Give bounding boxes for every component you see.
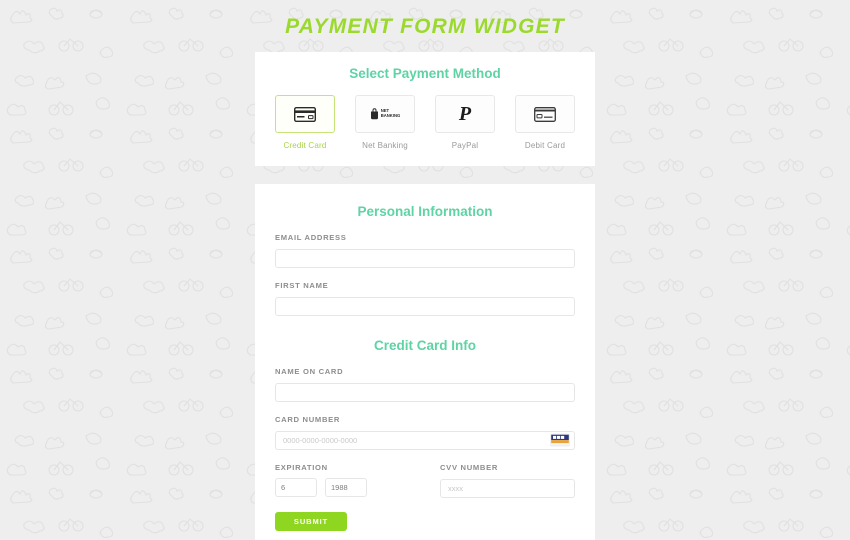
- name-on-card-input[interactable]: [275, 383, 575, 402]
- debit-card-icon: [534, 106, 556, 122]
- credit-card-icon: [294, 106, 316, 122]
- first-name-label: FIRST NAME: [275, 281, 329, 290]
- payment-method-debit-card[interactable]: Debit Card: [515, 95, 575, 150]
- expiration-cvv-row: EXPIRATION 6 1988 CVV NUMBER: [275, 463, 575, 498]
- card-number-label: CARD NUMBER: [275, 415, 341, 424]
- personal-information-title: Personal Information: [357, 204, 493, 219]
- first-name-input[interactable]: [275, 297, 575, 316]
- name-on-card-field-group: NAME ON CARD: [275, 367, 575, 402]
- debit-card-tile[interactable]: [515, 95, 575, 133]
- expiration-year-select[interactable]: 1988: [325, 478, 367, 497]
- payment-method-list: Credit Card NET BANKING Net Banking P Pa…: [275, 95, 575, 150]
- cvv-label: CVV NUMBER: [440, 463, 499, 472]
- cvv-group: CVV NUMBER: [440, 463, 575, 498]
- name-on-card-label: NAME ON CARD: [275, 367, 344, 376]
- payment-method-credit-card[interactable]: Credit Card: [275, 95, 335, 150]
- expiration-selects: 6 1988: [275, 478, 410, 497]
- payment-method-net-banking[interactable]: NET BANKING Net Banking: [355, 95, 415, 150]
- paypal-icon: P: [458, 103, 472, 125]
- email-label: EMAIL ADDRESS: [275, 233, 347, 242]
- net-banking-icon: NET BANKING: [370, 108, 401, 120]
- email-input[interactable]: [275, 249, 575, 268]
- expiration-label: EXPIRATION: [275, 463, 328, 472]
- credit-card-info-title: Credit Card Info: [373, 338, 476, 353]
- page-root: PAYMENT FORM WIDGET Select Payment Metho…: [0, 0, 850, 540]
- expiration-group: EXPIRATION 6 1988: [275, 463, 410, 498]
- cvv-input[interactable]: [440, 479, 575, 498]
- submit-button[interactable]: SUBMIT: [275, 512, 347, 531]
- first-name-field-group: FIRST NAME: [275, 281, 575, 316]
- payment-method-panel: Select Payment Method Credit Card NET BA…: [255, 52, 595, 166]
- expiration-month-select[interactable]: 6: [275, 478, 317, 497]
- payment-method-label: Debit Card: [524, 141, 566, 150]
- visa-card-icon: [550, 433, 570, 447]
- paypal-tile[interactable]: P: [435, 95, 495, 133]
- net-banking-line2: BANKING: [380, 113, 401, 118]
- card-number-field-group: CARD NUMBER: [275, 415, 575, 450]
- payment-method-label: Credit Card: [283, 141, 327, 150]
- credit-card-tile[interactable]: [275, 95, 335, 133]
- card-number-input[interactable]: [275, 431, 575, 450]
- payment-method-title: Select Payment Method: [349, 66, 501, 81]
- form-panel: Personal Information EMAIL ADDRESS FIRST…: [255, 184, 595, 540]
- email-field-group: EMAIL ADDRESS: [275, 233, 575, 268]
- card-number-input-wrap: [275, 430, 575, 450]
- payment-method-paypal[interactable]: P PayPal: [435, 95, 495, 150]
- visa-card-glyph: [550, 433, 570, 447]
- net-banking-tile[interactable]: NET BANKING: [355, 95, 415, 133]
- payment-method-label: Net Banking: [362, 141, 408, 150]
- bank-bag-icon: [370, 108, 378, 120]
- payment-method-label: PayPal: [451, 141, 479, 150]
- page-title: PAYMENT FORM WIDGET: [285, 15, 565, 38]
- net-banking-icon-text: NET BANKING: [380, 108, 401, 119]
